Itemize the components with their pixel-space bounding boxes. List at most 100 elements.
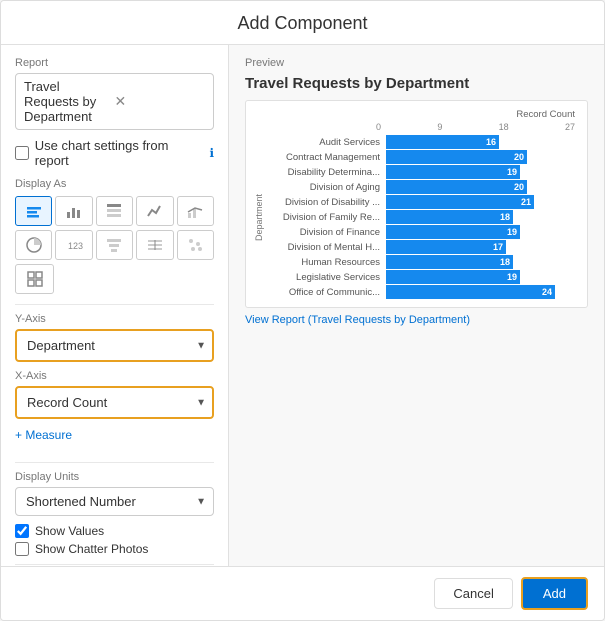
bar-label: Division of Family Re...: [266, 212, 386, 223]
right-panel: Preview Travel Requests by Department Re…: [229, 45, 604, 566]
bar-label: Contract Management: [266, 152, 386, 163]
modal-body: Report Travel Requests by Department ✕ U…: [1, 45, 604, 566]
bar-fill: 20: [386, 150, 527, 164]
tick-0: 0: [376, 122, 381, 132]
show-values-checkbox[interactable]: [15, 524, 29, 538]
add-measure-link[interactable]: + Measure: [15, 428, 72, 442]
bar-container: 16: [386, 135, 555, 149]
display-units-section: Display Units Shortened Number Full Numb…: [15, 471, 214, 516]
tick-18: 18: [499, 122, 509, 132]
add-button[interactable]: Add: [521, 577, 588, 610]
x-axis-select[interactable]: Record Count Department: [15, 386, 214, 419]
bar-value: 17: [493, 242, 503, 252]
bar-value: 19: [507, 167, 517, 177]
bar-chart: Audit Services 16 Contract Management 20 Dis…: [266, 135, 555, 299]
chart-type-gauge-btn[interactable]: [136, 230, 173, 260]
show-values-row: Show Values: [15, 524, 214, 538]
display-as-row2: 123: [15, 230, 214, 260]
chart-type-funnel-btn[interactable]: [96, 230, 133, 260]
x-axis-section: X-Axis Record Count Department ▼: [15, 370, 214, 419]
cancel-button[interactable]: Cancel: [434, 578, 512, 609]
chart-type-grid-btn[interactable]: [15, 264, 54, 294]
bar-container: 19: [386, 225, 555, 239]
y-axis-section: Y-Axis Department Record Count ▼: [15, 313, 214, 362]
bar-container: 21: [386, 195, 555, 209]
bar-container: 20: [386, 180, 555, 194]
tick-9: 9: [437, 122, 442, 132]
bar-fill: 20: [386, 180, 527, 194]
bar-value: 20: [514, 182, 524, 192]
chart-with-axis: Department Audit Services16Contract Mana…: [254, 135, 579, 299]
bar-container: 20: [386, 150, 555, 164]
display-units-label: Display Units: [15, 471, 214, 483]
chart-type-bar-btn[interactable]: [15, 196, 52, 226]
chart-area: Record Count 0 9 18 27 Department Audit …: [245, 100, 588, 308]
x-axis-title: Record Count: [516, 109, 575, 120]
display-units-select[interactable]: Shortened Number Full Number: [15, 487, 214, 516]
bar-container: 18: [386, 255, 555, 269]
y-axis-select-wrapper: Department Record Count ▼: [15, 329, 214, 362]
display-as-label: Display As: [15, 178, 214, 190]
divider1: [15, 304, 214, 305]
display-as-row3: [15, 264, 214, 294]
bar-container: 24: [386, 285, 555, 299]
report-select-row[interactable]: Travel Requests by Department ✕: [15, 73, 214, 130]
use-chart-settings-label: Use chart settings from report: [35, 138, 204, 168]
bar-label: Division of Aging: [266, 182, 386, 193]
bar-value: 18: [500, 212, 510, 222]
bar-label: Audit Services: [266, 137, 386, 148]
chart-title: Travel Requests by Department: [245, 75, 588, 92]
chart-type-pie-btn[interactable]: [15, 230, 52, 260]
bar-row: Disability Determina...19: [266, 165, 555, 179]
display-as-row1: [15, 196, 214, 226]
bar-fill: 18: [386, 255, 513, 269]
chart-settings-row: Use chart settings from report ℹ: [15, 138, 214, 168]
bar-value: 19: [507, 227, 517, 237]
bar-container: 19: [386, 270, 555, 284]
display-units-select-wrapper: Shortened Number Full Number ▼: [15, 487, 214, 516]
svg-text:123: 123: [68, 241, 83, 251]
bar-label: Division of Disability ...: [266, 197, 386, 208]
tick-27: 27: [565, 122, 575, 132]
chart-type-table-btn[interactable]: [96, 196, 133, 226]
view-report-link[interactable]: View Report (Travel Requests by Departme…: [245, 314, 588, 326]
bar-label: Human Resources: [266, 257, 386, 268]
use-chart-settings-checkbox[interactable]: [15, 146, 29, 160]
bar-container: 19: [386, 165, 555, 179]
modal-header: Add Component: [1, 1, 604, 45]
report-label: Report: [15, 57, 214, 69]
show-chatter-photos-row: Show Chatter Photos: [15, 542, 214, 556]
chart-type-metric-btn[interactable]: 123: [55, 230, 92, 260]
bar-value: 16: [486, 137, 496, 147]
bar-row: Division of Disability ... 21: [266, 195, 555, 209]
bar-row: Division of Mental H...17: [266, 240, 555, 254]
bar-label: Division of Finance: [266, 227, 386, 238]
show-chatter-photos-checkbox[interactable]: [15, 542, 29, 556]
bar-fill: 19: [386, 165, 520, 179]
bar-row: Human Resources18: [266, 255, 555, 269]
chart-type-column-btn[interactable]: [55, 196, 92, 226]
show-chatter-photos-label: Show Chatter Photos: [35, 542, 148, 556]
x-axis-label: X-Axis: [15, 370, 214, 382]
chart-type-combo-btn[interactable]: [177, 196, 214, 226]
bar-value: 19: [507, 272, 517, 282]
bar-fill: 19: [386, 270, 520, 284]
info-icon[interactable]: ℹ: [209, 146, 214, 160]
report-value: Travel Requests by Department: [24, 79, 115, 124]
bar-fill: 16: [386, 135, 499, 149]
y-axis-select[interactable]: Department Record Count: [15, 329, 214, 362]
bar-label: Office of Communic...: [266, 287, 386, 298]
bar-value: 21: [521, 197, 531, 207]
bar-fill: 17: [386, 240, 506, 254]
show-values-label: Show Values: [35, 524, 104, 538]
clear-report-icon[interactable]: ✕: [115, 93, 206, 110]
chart-type-scatter-btn[interactable]: [177, 230, 214, 260]
bar-row: Office of Communic...24: [266, 285, 555, 299]
modal-footer: Cancel Add: [1, 566, 604, 620]
bar-row: Legislative Services 19: [266, 270, 555, 284]
chart-type-line-btn[interactable]: [136, 196, 173, 226]
x-axis-select-wrapper: Record Count Department ▼: [15, 386, 214, 419]
divider3: [15, 564, 214, 565]
bar-label: Legislative Services: [266, 272, 386, 283]
bar-value: 20: [514, 152, 524, 162]
